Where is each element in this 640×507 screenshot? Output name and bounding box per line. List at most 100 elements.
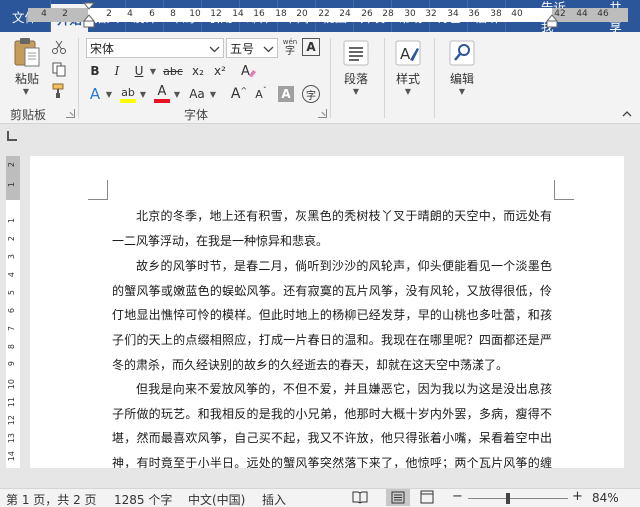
clipboard-launcher-button[interactable] <box>66 109 75 118</box>
ruler-number: 14 <box>7 451 16 462</box>
chevron-down-icon: ▼ <box>139 89 147 99</box>
clear-format-icon: A <box>241 64 256 79</box>
ruler-number: 40 <box>511 9 523 19</box>
ruler-number: 10 <box>189 9 201 19</box>
crop-mark <box>88 180 108 200</box>
font-launcher-button[interactable] <box>318 109 327 118</box>
ruler-number: 26 <box>361 9 373 19</box>
strikethrough-button[interactable]: abc <box>162 62 184 80</box>
ruler-number: 44 <box>576 9 588 19</box>
collapse-ribbon-button[interactable] <box>620 108 634 120</box>
tab-selector-button[interactable] <box>7 131 17 141</box>
clear-formatting-button[interactable]: A <box>236 60 260 82</box>
document-paragraph[interactable]: 但我是向来不爱放风筝的，不但不爱，并且嫌恶它，因为我以为这是没出息孩子所做的玩艺… <box>112 377 552 468</box>
language-indicator[interactable]: 中文(中国) <box>188 491 245 507</box>
svg-text:A: A <box>241 64 250 79</box>
ruler-number: 11 <box>7 397 16 408</box>
web-layout-button[interactable] <box>420 490 434 507</box>
chevron-down-icon: ▼ <box>404 86 412 96</box>
font-color-dropdown[interactable]: ▼ <box>172 84 182 104</box>
right-indent-handle[interactable] <box>546 14 558 28</box>
italic-button[interactable]: I <box>108 62 126 80</box>
chevron-down-icon: ▼ <box>22 86 30 96</box>
ribbon-home: 粘贴 ▼ 剪贴板 宋体 五号 wén 字 A B I U ▼ abc x₂ x²… <box>0 32 640 124</box>
editing-button[interactable] <box>446 38 478 68</box>
highlight-dropdown[interactable]: ▼ <box>138 84 148 104</box>
editing-dropdown[interactable]: ▼ <box>456 86 468 96</box>
book-icon <box>352 491 368 504</box>
styles-button[interactable]: A <box>392 38 424 68</box>
ruler-number: 14 <box>232 9 244 19</box>
word-count[interactable]: 1285 个字 <box>114 491 172 507</box>
paste-button[interactable] <box>10 36 44 68</box>
enclose-characters-button[interactable]: 字 <box>302 85 320 103</box>
ruler-number: 7 <box>7 326 16 332</box>
ruler-number: 34 <box>447 9 459 19</box>
chevron-down-icon: ▼ <box>149 66 157 76</box>
copy-icon <box>52 62 66 77</box>
first-line-indent-handle[interactable] <box>83 2 95 28</box>
zoom-in-button[interactable]: + <box>572 489 583 504</box>
format-painter-button[interactable] <box>50 82 68 100</box>
document-paragraph[interactable]: 北京的冬季，地上还有积雪，灰黑色的秃树枝丫叉于晴朗的天空中，而远处有一二风筝浮动… <box>112 204 552 253</box>
zoom-slider-thumb[interactable] <box>506 493 510 504</box>
ruler-number: 1 <box>7 218 16 224</box>
ruler-number: 38 <box>490 9 502 19</box>
phonetic-guide-button[interactable]: wén 字 <box>280 36 300 58</box>
clipboard-group-label: 剪贴板 <box>10 108 47 122</box>
ruler-number: 32 <box>425 9 437 19</box>
ruler-number: 10 <box>7 379 16 390</box>
paste-dropdown[interactable]: ▼ <box>20 86 32 96</box>
zoom-out-button[interactable]: − <box>452 489 463 504</box>
change-case-dropdown[interactable]: ▼ <box>208 84 218 104</box>
print-layout-button[interactable] <box>386 489 410 506</box>
ruler-number: 46 <box>597 9 609 19</box>
insert-mode-indicator[interactable]: 插入 <box>262 491 286 507</box>
font-color-button[interactable]: A <box>152 84 172 104</box>
shrink-font-button[interactable]: Aˇ <box>252 84 270 104</box>
ruler-number: 22 <box>318 9 330 19</box>
status-bar: 第 1 页，共 2 页 1285 个字 中文(中国) 插入 − + 84% <box>0 488 640 507</box>
font-size-dropdown[interactable]: 五号 <box>226 38 278 58</box>
underline-button[interactable]: U <box>130 62 148 80</box>
font-color-bar <box>154 99 170 103</box>
bold-button[interactable]: B <box>86 62 104 80</box>
document-paragraph[interactable]: 故乡的风筝时节，是春二月，倘听到沙沙的风轮声，仰头便能看见一个淡墨色的蟹风筝或嫩… <box>112 254 552 378</box>
caret-up-icon: ^ <box>240 85 248 95</box>
vertical-scrollbar[interactable] <box>628 156 640 468</box>
chevron-down-icon: ▼ <box>352 86 360 96</box>
change-case-button[interactable]: Aa <box>186 84 208 104</box>
character-border-button[interactable]: A <box>302 38 320 56</box>
font-name-dropdown[interactable]: 宋体 <box>86 38 224 58</box>
ruler-number: 4 <box>127 9 133 19</box>
text-effects-button[interactable]: A <box>86 84 104 104</box>
ruler-number: 3 <box>7 254 16 260</box>
zoom-level[interactable]: 84% <box>592 491 619 505</box>
ruler-number: 18 <box>275 9 287 19</box>
cut-button[interactable] <box>50 38 68 56</box>
superscript-button[interactable]: x² <box>210 62 230 80</box>
styles-icon: A <box>395 40 421 66</box>
highlight-button[interactable]: ab <box>118 84 138 104</box>
phonetic-guide-pinyin: wén <box>282 37 298 46</box>
vertical-ruler[interactable]: 2 1 1 2 3 4 5 6 7 8 9 10 11 12 13 14 <box>6 156 20 468</box>
underline-dropdown[interactable]: ▼ <box>148 62 158 80</box>
ruler-number: 4 <box>41 9 47 19</box>
document-page[interactable]: 北京的冬季，地上还有积雪，灰黑色的秃树枝丫叉于晴朗的天空中，而远处有一二风筝浮动… <box>30 156 624 468</box>
scissors-icon <box>52 40 66 54</box>
paragraph-button[interactable] <box>340 38 372 68</box>
paste-icon <box>14 38 40 67</box>
horizontal-ruler[interactable]: 4 2 2 4 6 8 10 12 14 16 18 20 22 24 26 2… <box>28 2 628 28</box>
subscript-button[interactable]: x₂ <box>188 62 208 80</box>
ruler-number: 4 <box>7 272 16 278</box>
grow-font-button[interactable]: A ^ <box>230 84 248 104</box>
paragraph-dropdown[interactable]: ▼ <box>350 86 362 96</box>
page-count[interactable]: 第 1 页，共 2 页 <box>6 491 97 507</box>
text-effects-dropdown[interactable]: ▼ <box>104 84 114 104</box>
paintbrush-icon <box>52 83 64 98</box>
styles-dropdown[interactable]: ▼ <box>402 86 414 96</box>
read-mode-button[interactable] <box>352 490 368 507</box>
character-shading-button[interactable]: A <box>278 86 294 102</box>
zoom-slider-track[interactable] <box>468 498 568 499</box>
copy-button[interactable] <box>50 60 68 78</box>
